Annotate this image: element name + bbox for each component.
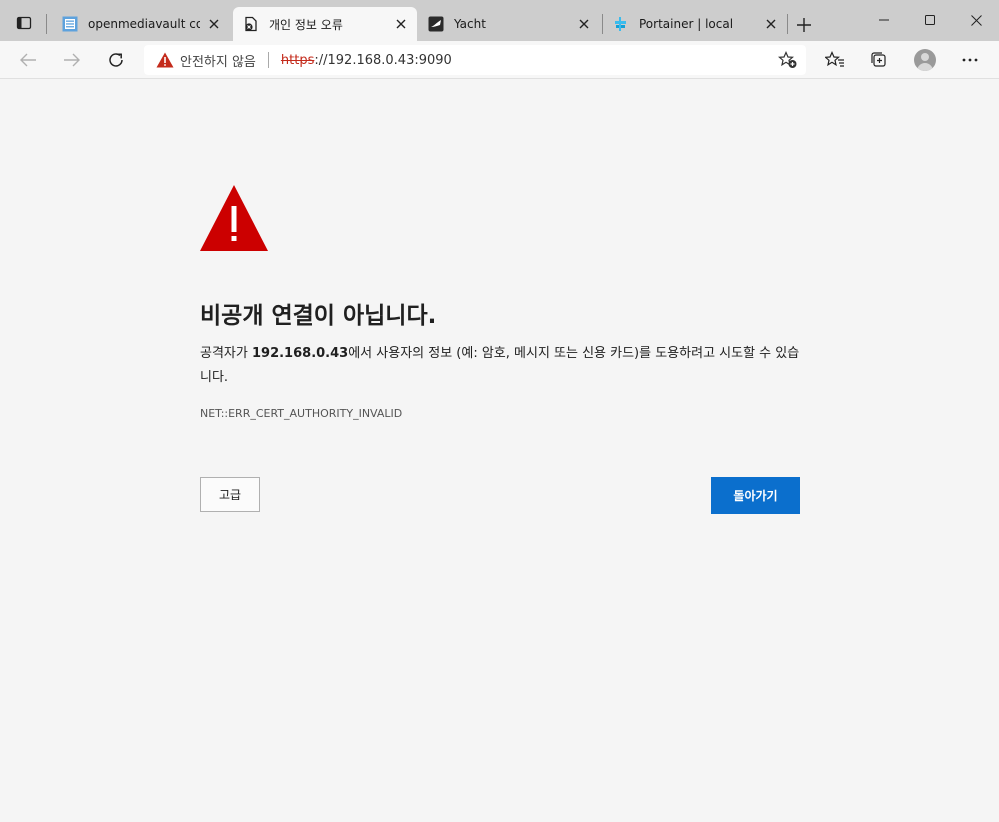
portainer-icon	[613, 16, 629, 32]
collections-icon	[871, 52, 886, 67]
tab-title: openmediavault contr	[88, 17, 200, 31]
description-text: 공격자가	[200, 346, 252, 361]
url-host: ://192.168.0.43:9090	[314, 52, 452, 68]
tab-privacy-error[interactable]: 개인 정보 오류	[233, 7, 417, 41]
error-description: 공격자가 192.168.0.43에서 사용자의 정보 (예: 암호, 메시지 …	[200, 342, 800, 390]
avatar	[914, 49, 936, 71]
tab-separator	[46, 14, 47, 34]
forward-nav-button[interactable]	[58, 46, 86, 74]
add-favorite-button[interactable]	[778, 51, 798, 69]
back-nav-button[interactable]	[14, 46, 42, 74]
window-close-button[interactable]	[953, 6, 999, 34]
minimize-button[interactable]	[861, 6, 907, 34]
minimize-icon	[879, 19, 889, 21]
browser-window: openmediavault contr 개인 정보 오류	[0, 0, 999, 822]
more-icon	[962, 58, 978, 62]
certificate-error-icon	[243, 16, 259, 32]
tab-actions-icon	[16, 16, 32, 30]
openmediavault-icon	[62, 16, 78, 32]
yacht-icon	[428, 16, 444, 32]
tab-title: 개인 정보 오류	[269, 17, 343, 32]
arrow-right-icon	[64, 53, 80, 67]
maximize-button[interactable]	[907, 6, 953, 34]
tab-title: Yacht	[454, 17, 486, 31]
arrow-left-icon	[20, 53, 36, 67]
host-name: 192.168.0.43	[251, 346, 349, 361]
close-icon[interactable]	[576, 16, 592, 32]
close-icon[interactable]	[393, 16, 409, 32]
tab-yacht[interactable]: Yacht	[418, 7, 600, 41]
go-back-button[interactable]: 돌아가기	[711, 477, 800, 514]
close-icon[interactable]	[763, 16, 779, 32]
address-divider	[267, 52, 269, 68]
not-secure-label[interactable]: 안전하지 않음	[180, 51, 256, 70]
favorites-icon	[825, 51, 844, 67]
warning-triangle-icon	[200, 185, 268, 251]
address-bar[interactable]: 안전하지 않음 https://192.168.0.43:9090	[144, 45, 806, 75]
collections-button[interactable]	[865, 46, 893, 74]
tab-strip: openmediavault contr 개인 정보 오류	[0, 0, 999, 41]
new-tab-button[interactable]	[793, 14, 815, 36]
toolbar: 안전하지 않음 https://192.168.0.43:9090	[0, 41, 999, 79]
tab-actions-button[interactable]	[8, 9, 40, 37]
error-code[interactable]: NET::ERR_CERT_AUTHORITY_INVALID	[200, 407, 402, 420]
tab-portainer[interactable]: Portainer | local	[603, 7, 787, 41]
plus-icon	[797, 18, 811, 32]
maximize-icon	[925, 15, 935, 25]
close-icon	[970, 14, 982, 26]
tab-separator	[787, 14, 788, 34]
page-title: 비공개 연결이 아닙니다.	[200, 303, 437, 329]
profile-button[interactable]	[911, 46, 939, 74]
url-scheme: https	[280, 52, 315, 68]
star-add-icon	[778, 51, 797, 68]
tab-openmediavault[interactable]: openmediavault contr	[52, 7, 230, 41]
refresh-button[interactable]	[102, 46, 130, 74]
url-text[interactable]: https://192.168.0.43:9090	[281, 53, 452, 68]
settings-more-button[interactable]	[956, 46, 984, 74]
page-content: 비공개 연결이 아닙니다. 공격자가 192.168.0.43에서 사용자의 정…	[0, 80, 999, 822]
tab-title: Portainer | local	[639, 17, 734, 31]
warning-icon[interactable]	[156, 52, 174, 68]
refresh-icon	[109, 53, 123, 67]
advanced-button[interactable]: 고급	[200, 477, 260, 512]
favorites-button[interactable]	[821, 46, 849, 74]
close-icon[interactable]	[206, 16, 222, 32]
